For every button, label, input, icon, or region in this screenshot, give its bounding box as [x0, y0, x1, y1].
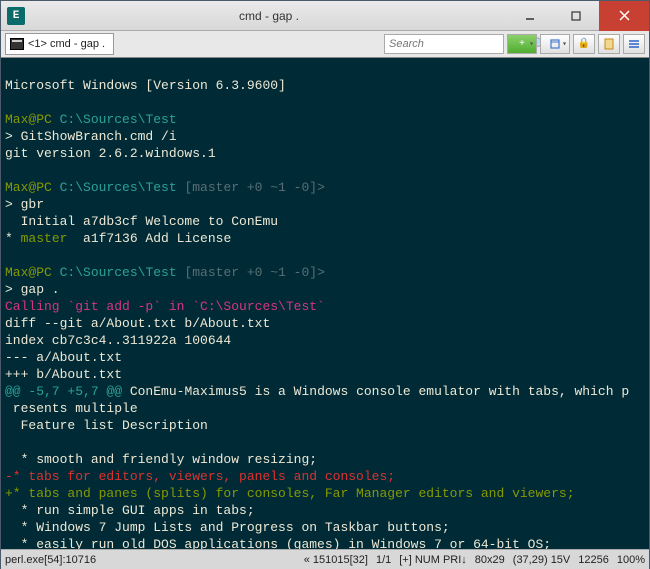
search-box[interactable]: 🔍: [384, 34, 504, 54]
window-title: cmd - gap .: [31, 9, 507, 23]
branch: master: [13, 231, 68, 246]
scroll-button[interactable]: [598, 34, 620, 54]
terminal-output[interactable]: Microsoft Windows [Version 6.3.9600] Max…: [1, 58, 649, 549]
diff-header: +++ b/About.txt: [5, 367, 122, 382]
menu-button[interactable]: [623, 34, 645, 54]
diff-ctx: Feature list Description: [5, 418, 208, 433]
status-zoom: 100%: [617, 554, 645, 566]
prompt-user: Max@PC: [5, 112, 52, 127]
status-process: perl.exe[54]:10716: [5, 554, 96, 566]
diff-ctx: * Windows 7 Jump Lists and Progress on T…: [5, 520, 450, 535]
diff-add: +* tabs and panes (splits) for consoles,…: [5, 486, 575, 501]
star: *: [5, 231, 13, 246]
hunk-header-ctx: ConEmu-Maximus5 is a Windows console emu…: [122, 384, 629, 399]
diff-del: -* tabs for editors, viewers, panels and…: [5, 469, 395, 484]
status-mem: « 151015[32]: [304, 554, 368, 566]
command: > gbr: [5, 197, 44, 212]
minimize-button[interactable]: [507, 1, 553, 31]
tab-bar: <1> cmd - gap . 🔍 + 🔒: [1, 31, 649, 58]
diff-ctx: * smooth and friendly window resizing;: [5, 452, 317, 467]
diff-ctx: resents multiple: [5, 401, 138, 416]
maximize-button[interactable]: [553, 1, 599, 31]
status-size: 80x29: [475, 554, 505, 566]
window-icon: [550, 39, 560, 49]
prompt-path: C:\Sources\Test: [60, 265, 177, 280]
status-cursor: (37,29) 15V: [513, 554, 570, 566]
output: Initial a7db3cf Welcome to ConEmu: [5, 214, 278, 229]
statusbar: perl.exe[54]:10716 « 151015[32] 1/1 [+] …: [1, 549, 649, 569]
output: Calling `git add -p` in `C:\Sources\Test…: [5, 299, 325, 314]
app-icon: E: [7, 7, 25, 25]
output: a1f7136 Add License: [67, 231, 231, 246]
diff-header: --- a/About.txt: [5, 350, 122, 365]
prompt-user: Max@PC: [5, 180, 52, 195]
status-flags: [+] NUM PRI↓: [399, 554, 467, 566]
diff-ctx: [5, 435, 13, 450]
diff-ctx: * run simple GUI apps in tabs;: [5, 503, 255, 518]
prompt-branch: [master +0 ~1 -0]>: [177, 180, 325, 195]
command: > gap .: [5, 282, 60, 297]
prompt-path: C:\Sources\Test: [60, 180, 177, 195]
console-icon: [10, 38, 24, 50]
status-pid: 12256: [578, 554, 609, 566]
scroll-icon: [603, 38, 615, 50]
tab-console[interactable]: <1> cmd - gap .: [5, 33, 114, 55]
window-buttons: [507, 1, 649, 31]
close-button[interactable]: [599, 1, 649, 31]
window-menu-button[interactable]: [540, 34, 570, 54]
status-pos: 1/1: [376, 554, 391, 566]
output: git version 2.6.2.windows.1: [5, 146, 216, 161]
prompt-path: C:\Sources\Test: [60, 112, 177, 127]
diff-header: diff --git a/About.txt b/About.txt: [5, 316, 270, 331]
line: Microsoft Windows [Version 6.3.9600]: [5, 78, 286, 93]
menu-icon: [628, 39, 640, 49]
command: > GitShowBranch.cmd /i: [5, 129, 177, 144]
prompt-branch: [master +0 ~1 -0]>: [177, 265, 325, 280]
tab-label: <1> cmd - gap .: [28, 38, 105, 50]
diff-header: index cb7c3c4..311922a 100644: [5, 333, 231, 348]
hunk-header: @@ -5,7 +5,7 @@: [5, 384, 122, 399]
prompt-user: Max@PC: [5, 265, 52, 280]
diff-ctx: * easily run old DOS applications (games…: [5, 537, 551, 549]
lock-button[interactable]: 🔒: [573, 34, 595, 54]
window-titlebar: E cmd - gap .: [1, 1, 649, 31]
new-console-button[interactable]: +: [507, 34, 537, 54]
